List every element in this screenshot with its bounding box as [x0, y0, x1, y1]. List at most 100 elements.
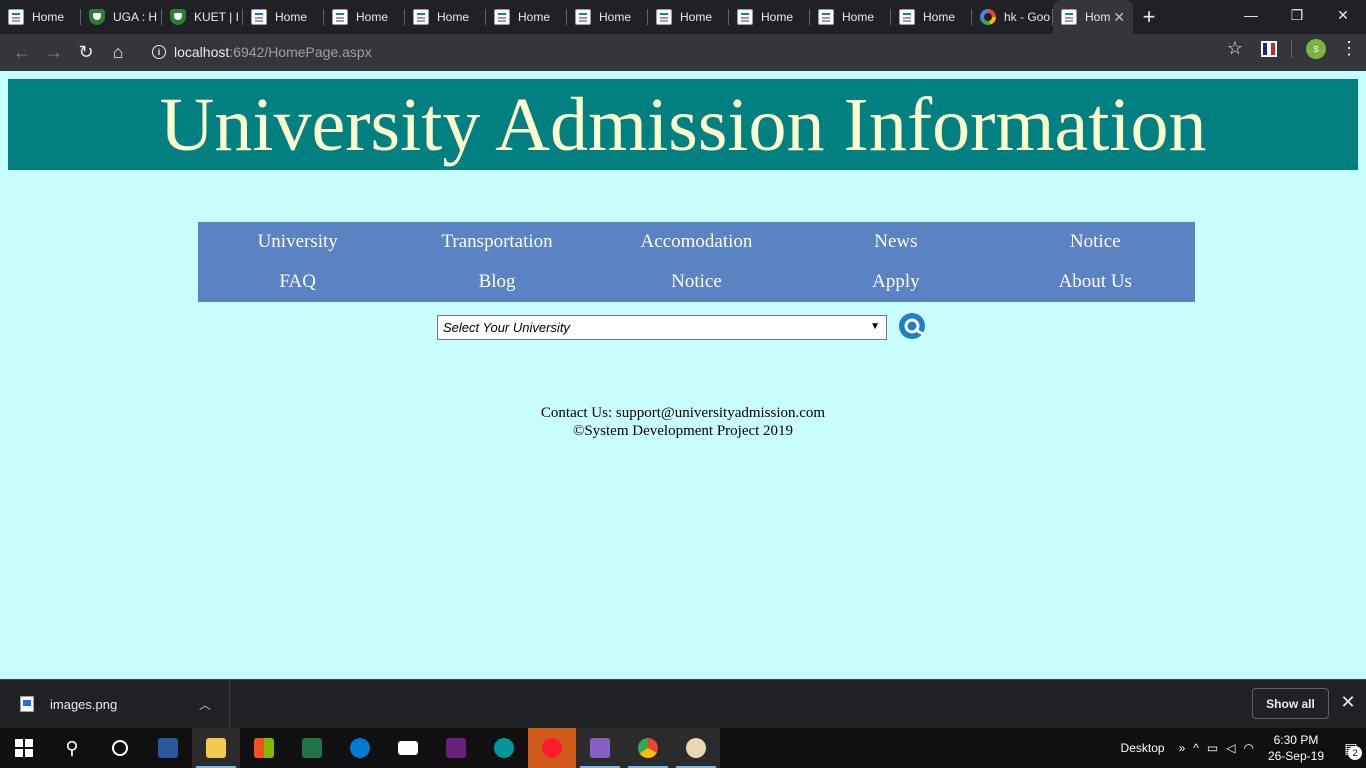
- page-icon: [818, 9, 834, 25]
- university-select[interactable]: Select Your University ▼: [437, 315, 887, 340]
- cortana-icon[interactable]: [96, 728, 144, 768]
- nav-accomodation[interactable]: Accomodation: [597, 222, 796, 262]
- bookmark-star-icon[interactable]: ☆: [1223, 38, 1247, 59]
- search-taskbar-icon[interactable]: ⚲: [48, 728, 96, 768]
- page-footer: Contact Us: support@universityadmission.…: [0, 404, 1366, 440]
- download-bar: images.png ︿ Show all ✕: [0, 679, 1366, 728]
- page-icon: [332, 9, 348, 25]
- chevron-up-icon[interactable]: ︿: [199, 696, 211, 713]
- info-icon[interactable]: i: [152, 45, 166, 59]
- paint-icon[interactable]: [672, 728, 720, 768]
- page-icon: [899, 9, 915, 25]
- arduino-icon[interactable]: [480, 728, 528, 768]
- browser-tab[interactable]: Home: [729, 0, 810, 34]
- url-host: localhost: [174, 44, 230, 60]
- browser-tab[interactable]: Home: [486, 0, 567, 34]
- close-tab-icon[interactable]: ✕: [1113, 9, 1125, 26]
- tab-title: UGA : H: [113, 10, 158, 24]
- browser-tab[interactable]: hk - Goo: [972, 0, 1053, 34]
- new-tab-button[interactable]: +: [1133, 0, 1165, 34]
- tab-title: Home: [680, 10, 713, 24]
- nav-transportation[interactable]: Transportation: [397, 222, 596, 262]
- page-icon: [8, 9, 24, 25]
- edge-icon[interactable]: [336, 728, 384, 768]
- profile-avatar[interactable]: s: [1306, 38, 1326, 59]
- address-bar[interactable]: i localhost:6942/HomePage.aspx: [140, 38, 1210, 66]
- show-all-button[interactable]: Show all: [1252, 688, 1329, 719]
- download-item[interactable]: images.png ︿: [0, 680, 230, 728]
- nav-news[interactable]: News: [796, 222, 995, 262]
- close-download-bar-icon[interactable]: ✕: [1338, 692, 1358, 713]
- home-icon[interactable]: ⌂: [102, 37, 134, 69]
- nav-row: FAQ Blog Notice Apply About Us: [198, 262, 1195, 302]
- browser-tab[interactable]: Home: [567, 0, 648, 34]
- clock-time: 6:30 PM: [1273, 733, 1319, 747]
- clock[interactable]: 6:30 PM 26-Sep-19: [1268, 732, 1324, 764]
- chevron-right-icon[interactable]: »: [1179, 741, 1186, 755]
- page-title: University Admission Information: [159, 82, 1207, 167]
- tab-title: Home: [842, 10, 875, 24]
- browser-tab[interactable]: Home: [810, 0, 891, 34]
- nav-row: University Transportation Accomodation N…: [198, 222, 1195, 262]
- reload-icon[interactable]: ↻: [70, 37, 102, 69]
- nav-faq[interactable]: FAQ: [198, 262, 397, 302]
- browser-toolbar: ← → ↻ ⌂ i localhost:6942/HomePage.aspx ☆…: [0, 34, 1366, 71]
- browser-tab-active[interactable]: Hom ✕: [1053, 0, 1133, 34]
- file-explorer-icon[interactable]: [192, 728, 240, 768]
- browser-tab[interactable]: KUET | I: [162, 0, 243, 34]
- browser-tab[interactable]: UGA : H: [81, 0, 162, 34]
- browser-tab[interactable]: Home: [243, 0, 324, 34]
- nav-university[interactable]: University: [198, 222, 397, 262]
- url-path: :6942/HomePage.aspx: [229, 44, 372, 60]
- restore-button[interactable]: ❐: [1274, 0, 1320, 30]
- volume-icon[interactable]: ◁: [1226, 741, 1235, 755]
- desktop-toolbar-label[interactable]: Desktop: [1121, 741, 1165, 755]
- kebab-menu-icon[interactable]: ⋮: [1340, 38, 1358, 59]
- forward-arrow-icon[interactable]: →: [38, 37, 70, 69]
- nav-blog[interactable]: Blog: [397, 262, 596, 302]
- wifi-icon[interactable]: ◠: [1243, 741, 1253, 755]
- nav-about-us[interactable]: About Us: [996, 262, 1195, 302]
- window-controls: — ❐ ✕: [1228, 0, 1366, 30]
- word-icon[interactable]: [144, 728, 192, 768]
- tab-title: Hom: [1085, 10, 1111, 24]
- chrome-icon[interactable]: [624, 728, 672, 768]
- back-arrow-icon[interactable]: ←: [6, 37, 38, 69]
- shield-icon: [170, 9, 186, 25]
- visual-studio-icon[interactable]: [576, 728, 624, 768]
- chevron-up-icon[interactable]: ^: [1193, 741, 1199, 755]
- nav-notice-2[interactable]: Notice: [597, 262, 796, 302]
- tab-list: Home UGA : H KUET | I Home Home Home Hom…: [0, 0, 1165, 34]
- page-icon: [494, 9, 510, 25]
- mail-icon[interactable]: [384, 728, 432, 768]
- close-window-button[interactable]: ✕: [1320, 0, 1366, 30]
- browser-tab[interactable]: Home: [324, 0, 405, 34]
- tab-title: Home: [437, 10, 470, 24]
- download-file-name: images.png: [50, 696, 118, 712]
- browser-tab[interactable]: Home: [648, 0, 729, 34]
- nav-notice[interactable]: Notice: [996, 222, 1195, 262]
- battery-icon[interactable]: ▭: [1207, 741, 1218, 755]
- minimize-button[interactable]: —: [1228, 0, 1274, 30]
- browser-tab[interactable]: Home: [0, 0, 81, 34]
- dropdown-arrow-icon: ▼: [870, 321, 880, 332]
- select-value: Select Your University: [443, 320, 570, 335]
- google-icon: [980, 9, 996, 25]
- windows-taskbar: ⚲ Desktop » ^ ▭ ◁ ◠ 6:30 PM 26-Sep-19 ▤ …: [0, 728, 1366, 768]
- opera-icon[interactable]: [528, 728, 576, 768]
- visual-studio-icon[interactable]: [432, 728, 480, 768]
- extension-icon[interactable]: [1261, 40, 1277, 57]
- page-icon: [575, 9, 591, 25]
- browser-tab[interactable]: Home: [891, 0, 972, 34]
- store-icon[interactable]: [240, 728, 288, 768]
- footer-contact: Contact Us: support@universityadmission.…: [540, 405, 826, 421]
- browser-tab[interactable]: Home: [405, 0, 486, 34]
- shield-icon: [89, 9, 105, 25]
- action-center-icon[interactable]: ▤ 2: [1336, 728, 1366, 768]
- start-button[interactable]: [0, 728, 48, 768]
- excel-icon[interactable]: [288, 728, 336, 768]
- tab-title: Home: [275, 10, 308, 24]
- search-button[interactable]: [897, 312, 931, 340]
- nav-apply[interactable]: Apply: [796, 262, 995, 302]
- system-tray: Desktop » ^ ▭ ◁ ◠ 6:30 PM 26-Sep-19 ▤ 2: [1121, 728, 1366, 768]
